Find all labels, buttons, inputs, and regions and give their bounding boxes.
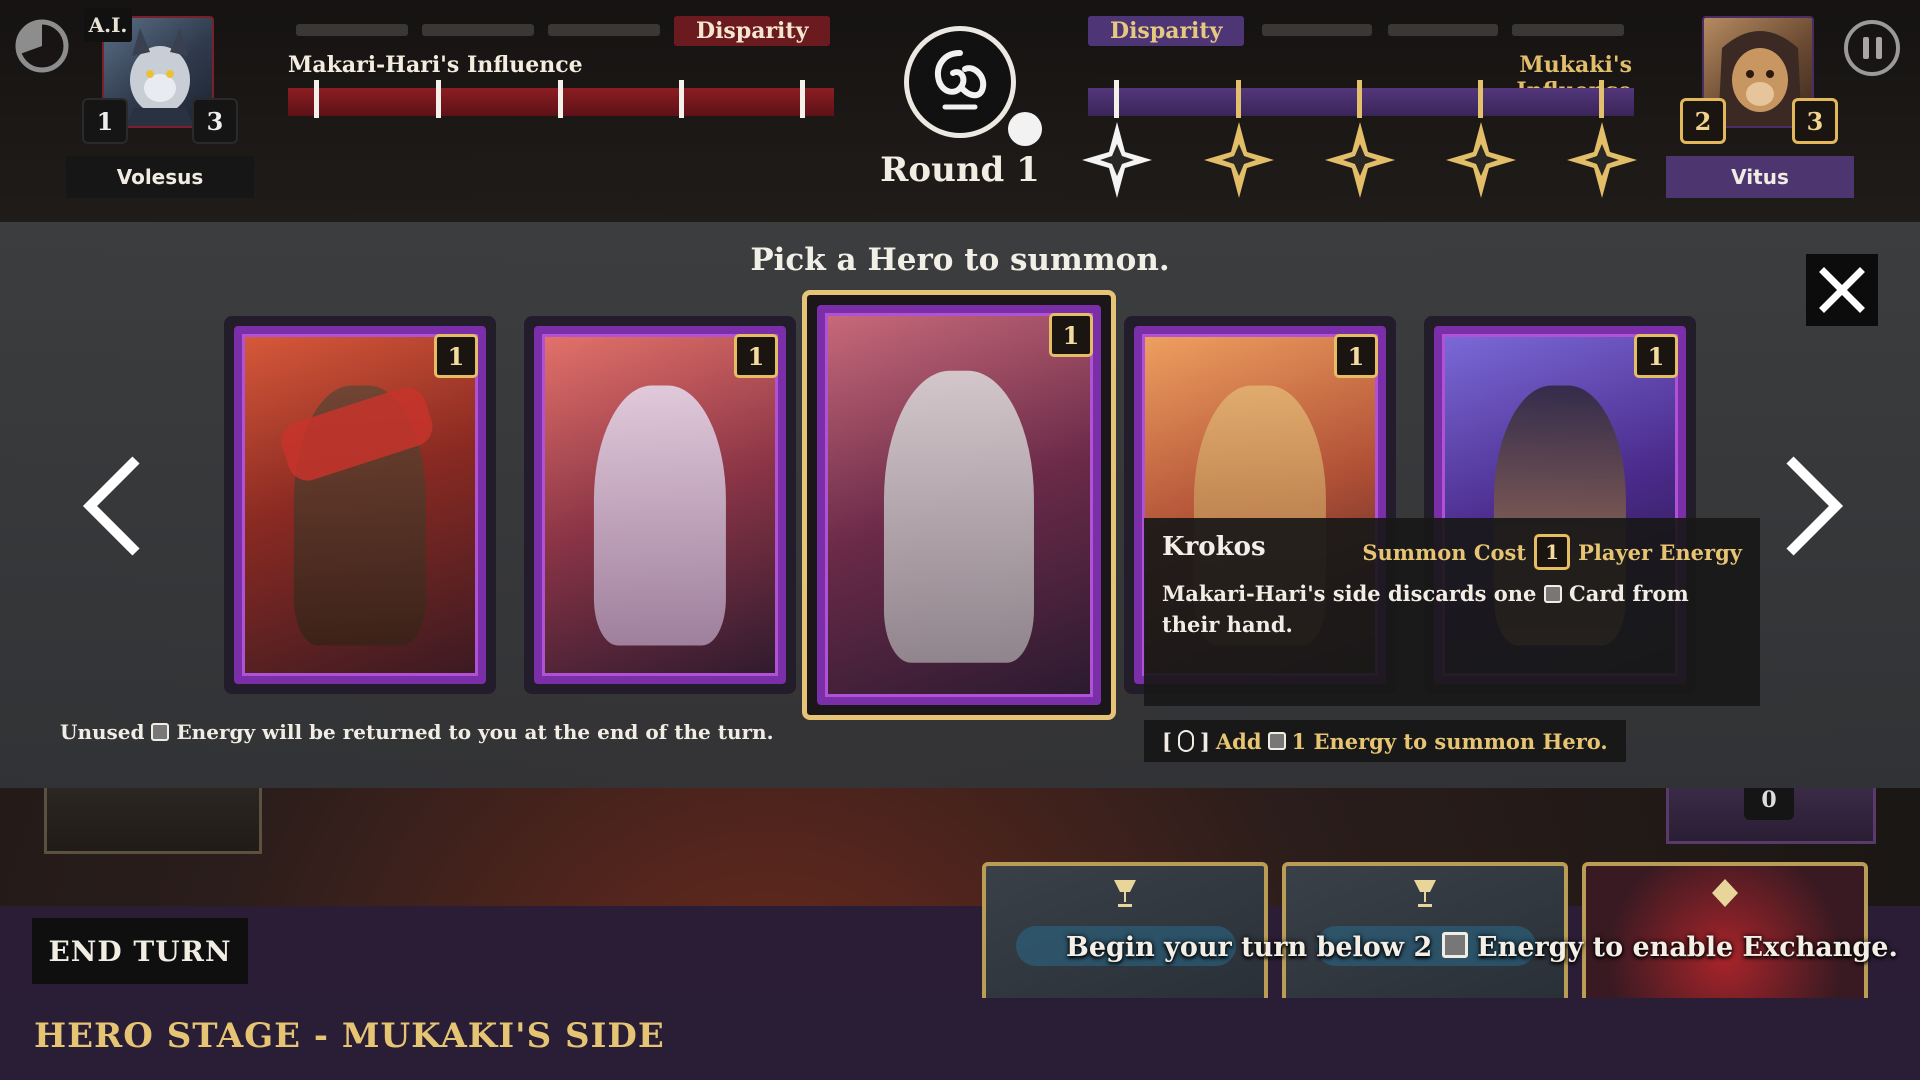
close-button[interactable] bbox=[1806, 254, 1878, 326]
player-hand-count: 2 bbox=[1680, 98, 1726, 144]
hero-tooltip: Krokos Summon Cost 1 Player Energy Makar… bbox=[1144, 518, 1760, 706]
exchange-text: Begin your turn below 2 bbox=[1066, 932, 1433, 963]
turn-indicator-dot bbox=[1008, 112, 1042, 146]
influence-star-icon bbox=[1567, 122, 1637, 198]
summon-cost: Summon Cost 1 Player Energy bbox=[1362, 534, 1742, 570]
disparity-label-right: Disparity bbox=[1088, 16, 1245, 46]
hero-name: Krokos bbox=[1162, 532, 1266, 562]
pause-icon bbox=[1862, 37, 1869, 59]
disparity-segment bbox=[422, 24, 534, 36]
influence-star-icon bbox=[1204, 122, 1274, 198]
hero-description-text: Makari-Hari's side discards one bbox=[1162, 581, 1537, 606]
influence-tick bbox=[436, 80, 441, 118]
diamond-icon bbox=[1712, 879, 1738, 907]
hint-bracket: [ bbox=[1162, 728, 1172, 754]
exchange-slot[interactable] bbox=[982, 862, 1268, 998]
exchange-message: Begin your turn below 2 Energy to enable… bbox=[1066, 932, 1898, 963]
influence-star-icon bbox=[1082, 122, 1152, 198]
exchange-slot[interactable] bbox=[1282, 862, 1568, 998]
hero-card-art bbox=[234, 326, 486, 684]
influence-tick bbox=[1114, 80, 1119, 118]
influence-tick bbox=[1236, 80, 1241, 118]
player-name: Vitus bbox=[1666, 156, 1854, 198]
hint-bracket: ] bbox=[1199, 728, 1210, 754]
influence-tick bbox=[679, 80, 684, 118]
hero-card-art bbox=[534, 326, 786, 684]
exchange-slot[interactable] bbox=[1582, 862, 1868, 998]
goblet-icon bbox=[1114, 880, 1136, 907]
summon-cost-suffix: Player Energy bbox=[1578, 539, 1742, 565]
hero-card[interactable]: 1 bbox=[524, 316, 796, 694]
influence-tick bbox=[1478, 80, 1483, 118]
influence-tick bbox=[558, 80, 563, 118]
disparity-segment bbox=[296, 24, 408, 36]
hero-cost-badge: 1 bbox=[1334, 334, 1378, 378]
energy-icon bbox=[151, 723, 170, 741]
game-screen: A.I. 1 3 Volesus 2 3 Vitus Disparity Mak… bbox=[0, 0, 1920, 1080]
ai-tag: A.I. bbox=[84, 8, 132, 42]
card-icon bbox=[1543, 585, 1562, 603]
unused-text: Energy will be returned to you at the en… bbox=[176, 720, 774, 744]
prev-arrow-icon[interactable] bbox=[78, 454, 150, 558]
disparity-segment bbox=[548, 24, 660, 36]
pause-icon-bar bbox=[1875, 37, 1882, 59]
hero-cost-badge: 1 bbox=[434, 334, 478, 378]
energy-icon bbox=[1267, 732, 1286, 750]
goblet-icon bbox=[1414, 880, 1436, 907]
influence-label-left: Makari-Hari's Influence bbox=[288, 52, 583, 78]
opponent-deck-card bbox=[44, 788, 262, 854]
hint-add: Add bbox=[1215, 728, 1262, 754]
opponent-energy-count: 3 bbox=[192, 98, 238, 144]
mouse-icon bbox=[1177, 730, 1194, 752]
influence-tick bbox=[1357, 80, 1362, 118]
exchange-text: Energy to enable Exchange. bbox=[1477, 932, 1898, 963]
disparity-segment bbox=[1512, 24, 1624, 36]
hero-card-art bbox=[817, 305, 1101, 705]
hint-text: 1 Energy to summon Hero. bbox=[1291, 728, 1608, 754]
game-emblem-icon bbox=[904, 26, 1016, 138]
hero-figure bbox=[883, 370, 1035, 663]
hero-figure bbox=[593, 385, 727, 646]
hero-cost-badge: 1 bbox=[734, 334, 778, 378]
close-icon bbox=[1819, 267, 1865, 313]
disparity-segment bbox=[1388, 24, 1498, 36]
hero-cost-badge: 1 bbox=[1634, 334, 1678, 378]
opponent-hand-count: 1 bbox=[82, 98, 128, 144]
influence-tick bbox=[800, 80, 805, 118]
summon-cost-label: Summon Cost bbox=[1362, 539, 1527, 565]
end-turn-button[interactable]: END TURN bbox=[32, 918, 248, 984]
energy-icon bbox=[1441, 932, 1468, 958]
hero-picker-panel: Pick a Hero to summon. 1 1 1 1 1 Krokos … bbox=[0, 222, 1920, 788]
influence-tick bbox=[1599, 80, 1604, 118]
turn-timer-icon bbox=[15, 19, 69, 73]
unused-text: Unused bbox=[60, 720, 145, 744]
summon-cost-value: 1 bbox=[1534, 534, 1571, 570]
disparity-segment bbox=[1262, 24, 1372, 36]
pause-button[interactable] bbox=[1844, 20, 1900, 76]
hero-card[interactable]: 1 bbox=[224, 316, 496, 694]
stage-label: HERO STAGE - MUKAKI'S SIDE bbox=[34, 1016, 665, 1056]
influence-star-icon bbox=[1325, 122, 1395, 198]
player-energy-count: 3 bbox=[1792, 98, 1838, 144]
disparity-label-left: Disparity bbox=[674, 16, 831, 46]
summon-hint: [ ] Add 1 Energy to summon Hero. bbox=[1144, 720, 1626, 762]
hero-card-selected[interactable]: 1 bbox=[802, 290, 1116, 720]
hero-description: Makari-Hari's side discards one Card fro… bbox=[1162, 578, 1732, 640]
top-hud: A.I. 1 3 Volesus 2 3 Vitus Disparity Mak… bbox=[0, 0, 1920, 222]
influence-star-icon bbox=[1446, 122, 1516, 198]
influence-tick bbox=[314, 80, 319, 118]
picker-title: Pick a Hero to summon. bbox=[750, 242, 1170, 278]
hero-cost-badge: 1 bbox=[1049, 313, 1093, 357]
next-arrow-icon[interactable] bbox=[1776, 454, 1848, 558]
unused-energy-note: Unused Energy will be returned to you at… bbox=[60, 720, 774, 744]
round-label: Round 1 bbox=[880, 150, 1040, 190]
opponent-name: Volesus bbox=[66, 156, 254, 198]
